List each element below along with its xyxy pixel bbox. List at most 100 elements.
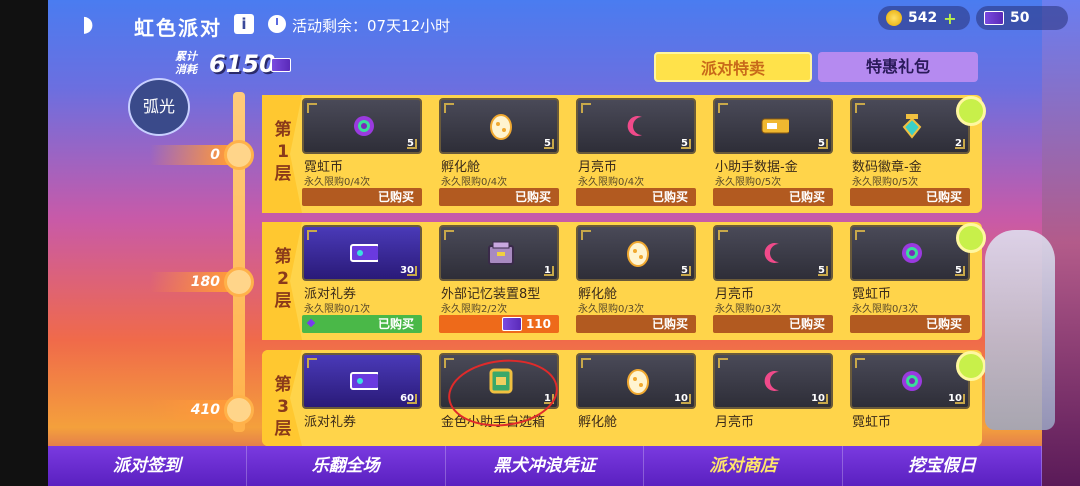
add-gold-icon[interactable]: + [943,9,956,28]
bottom-nav: 派对签到 乐翻全场 黑犬冲浪凭证 派对商店 挖宝假日 [48,446,1042,486]
row1-status-icon [956,96,986,126]
party-ticket-icon [350,239,378,267]
row2-status-icon [956,223,986,253]
floor-row-3: 第3层 60 派对礼券 1 金色小助手自选箱 10 孵化舱 10 月亮币 10 … [262,350,982,446]
item-limit: 永久限购0/3次 [578,304,645,315]
shop-item[interactable]: 10 月亮币 [713,353,833,446]
egg-icon [624,367,652,395]
item-image: 30 [302,225,422,281]
item-image: 10 [850,353,970,409]
floor3-node [224,395,254,425]
statue-decoration [985,230,1055,430]
party-ticket-icon [350,367,378,395]
gold-currency[interactable]: 542 + [878,6,970,30]
shop-item[interactable]: 5 月亮币 永久限购0/4次 已购买 [576,98,696,210]
moon-coin-icon [761,367,789,395]
shop-item[interactable]: 1 外部记忆装置8型 永久限购2/2次 110 [439,225,559,337]
tab-party-sale[interactable]: 派对特卖 [654,52,812,82]
item-qty: 10 [811,393,825,404]
item-image: 60 [302,353,422,409]
shop-item[interactable]: 5 霓虹币 永久限购0/3次 已购买 [850,225,970,337]
data-chip-icon [761,112,789,140]
item-image: 5 [713,98,833,154]
nav-surf-pass[interactable]: 黑犬冲浪凭证 [446,446,645,486]
purchased-button[interactable]: 已购买 [576,188,696,206]
price-label: 110 [525,317,551,331]
item-qty: 5 [818,138,825,149]
item-name: 孵化舱 [578,415,618,430]
item-qty: 5 [681,138,688,149]
item-image: 5 [302,98,422,154]
item-limit: 永久限购0/1次 [304,304,371,315]
nav-party-shop[interactable]: 派对商店 [644,446,844,486]
item-limit: 永久限购0/4次 [578,177,645,188]
cumulative-spend: 累计 消耗 6150 [175,48,300,82]
neon-coin-icon [898,367,926,395]
floor-row-1: 第1层 5 霓虹币 永久限购0/4次 已购买 5 孵化舱 永久限购0/4次 已购… [262,95,982,213]
shop-item[interactable]: 60 派对礼券 [302,353,422,446]
item-qty: 60 [400,393,414,404]
purchased-button[interactable]: 已购买 [302,315,422,333]
button-label: 已购买 [377,317,414,331]
shop-item[interactable]: 30 派对礼券 永久限购0/1次 已购买 [302,225,422,337]
purchased-button[interactable]: 已购买 [850,188,970,206]
item-image: 2 [850,98,970,154]
item-qty: 5 [681,265,688,276]
shop-item[interactable]: 10 霓虹币 [850,353,970,446]
shop-item[interactable]: 5 月亮币 永久限购0/3次 已购买 [713,225,833,337]
nav-party-checkin[interactable]: 派对签到 [48,446,247,486]
floor2-node [224,267,254,297]
floor1-node [224,140,254,170]
neon-coin-icon [898,239,926,267]
event-timer: 活动剩余：07天12小时 [292,17,451,35]
shop-item[interactable]: 5 小助手数据-金 永久限购0/5次 已购买 [713,98,833,210]
ticket-currency[interactable]: 50 [976,6,1068,30]
buy-button[interactable]: 110 [439,315,559,333]
character-badge[interactable]: 弧光 [128,78,190,136]
tab-special-pack[interactable]: 特惠礼包 [818,52,978,82]
nav-fun-all[interactable]: 乐翻全场 [247,446,446,486]
neon-coin-icon [350,112,378,140]
ticket-amount: 50 [1010,10,1030,26]
purchased-button[interactable]: 已购买 [850,315,970,333]
floor2-cost: 180 [150,272,228,292]
shop-item[interactable]: 5 霓虹币 永久限购0/4次 已购买 [302,98,422,210]
row3-status-icon [956,351,986,381]
diamond-icon [306,318,316,328]
cumulative-value: 6150 [209,50,276,78]
floor1-cost: 0 [150,145,228,165]
egg-icon [624,239,652,267]
purchased-button[interactable]: 已购买 [439,188,559,206]
floor-label: 第3层 [274,375,292,439]
clock-icon [268,15,286,33]
purchased-button[interactable]: 已购买 [713,315,833,333]
item-qty: 30 [400,265,414,276]
nav-treasure-holiday[interactable]: 挖宝假日 [843,446,1042,486]
floor-label: 第2层 [274,247,292,311]
item-image: 1 [439,225,559,281]
shop-item[interactable]: 5 孵化舱 永久限购0/3次 已购买 [576,225,696,337]
item-name: 月亮币 [715,415,755,430]
item-limit: 永久限购0/4次 [304,177,371,188]
item-image: 5 [576,98,696,154]
shop-item[interactable]: 5 孵化舱 永久限购0/4次 已购买 [439,98,559,210]
shop-item[interactable]: 10 孵化舱 [576,353,696,446]
item-name: 霓虹币 [852,415,892,430]
floor3-cost: 410 [150,400,228,420]
info-icon[interactable]: i [234,14,254,34]
item-limit: 永久限购0/5次 [715,177,782,188]
purchased-button[interactable]: 已购买 [713,188,833,206]
floor-label: 第1层 [274,120,292,184]
item-limit: 永久限购0/5次 [852,177,919,188]
top-bar: ◗ 虹色派对 i 活动剩余：07天12小时 542 + 50 [48,0,1068,50]
shop-item[interactable]: 2 数码徽章-金 永久限购0/5次 已购买 [850,98,970,210]
page-title: 虹色派对 [134,16,222,40]
item-limit: 永久限购0/3次 [852,304,919,315]
item-image: 5 [439,98,559,154]
back-logo-icon[interactable]: ◗ [82,12,112,37]
purchased-button[interactable]: 已购买 [302,188,422,206]
item-qty: 2 [955,138,962,149]
item-limit: 永久限购0/4次 [441,177,508,188]
cumulative-ticket-icon [271,58,291,72]
purchased-button[interactable]: 已购买 [576,315,696,333]
